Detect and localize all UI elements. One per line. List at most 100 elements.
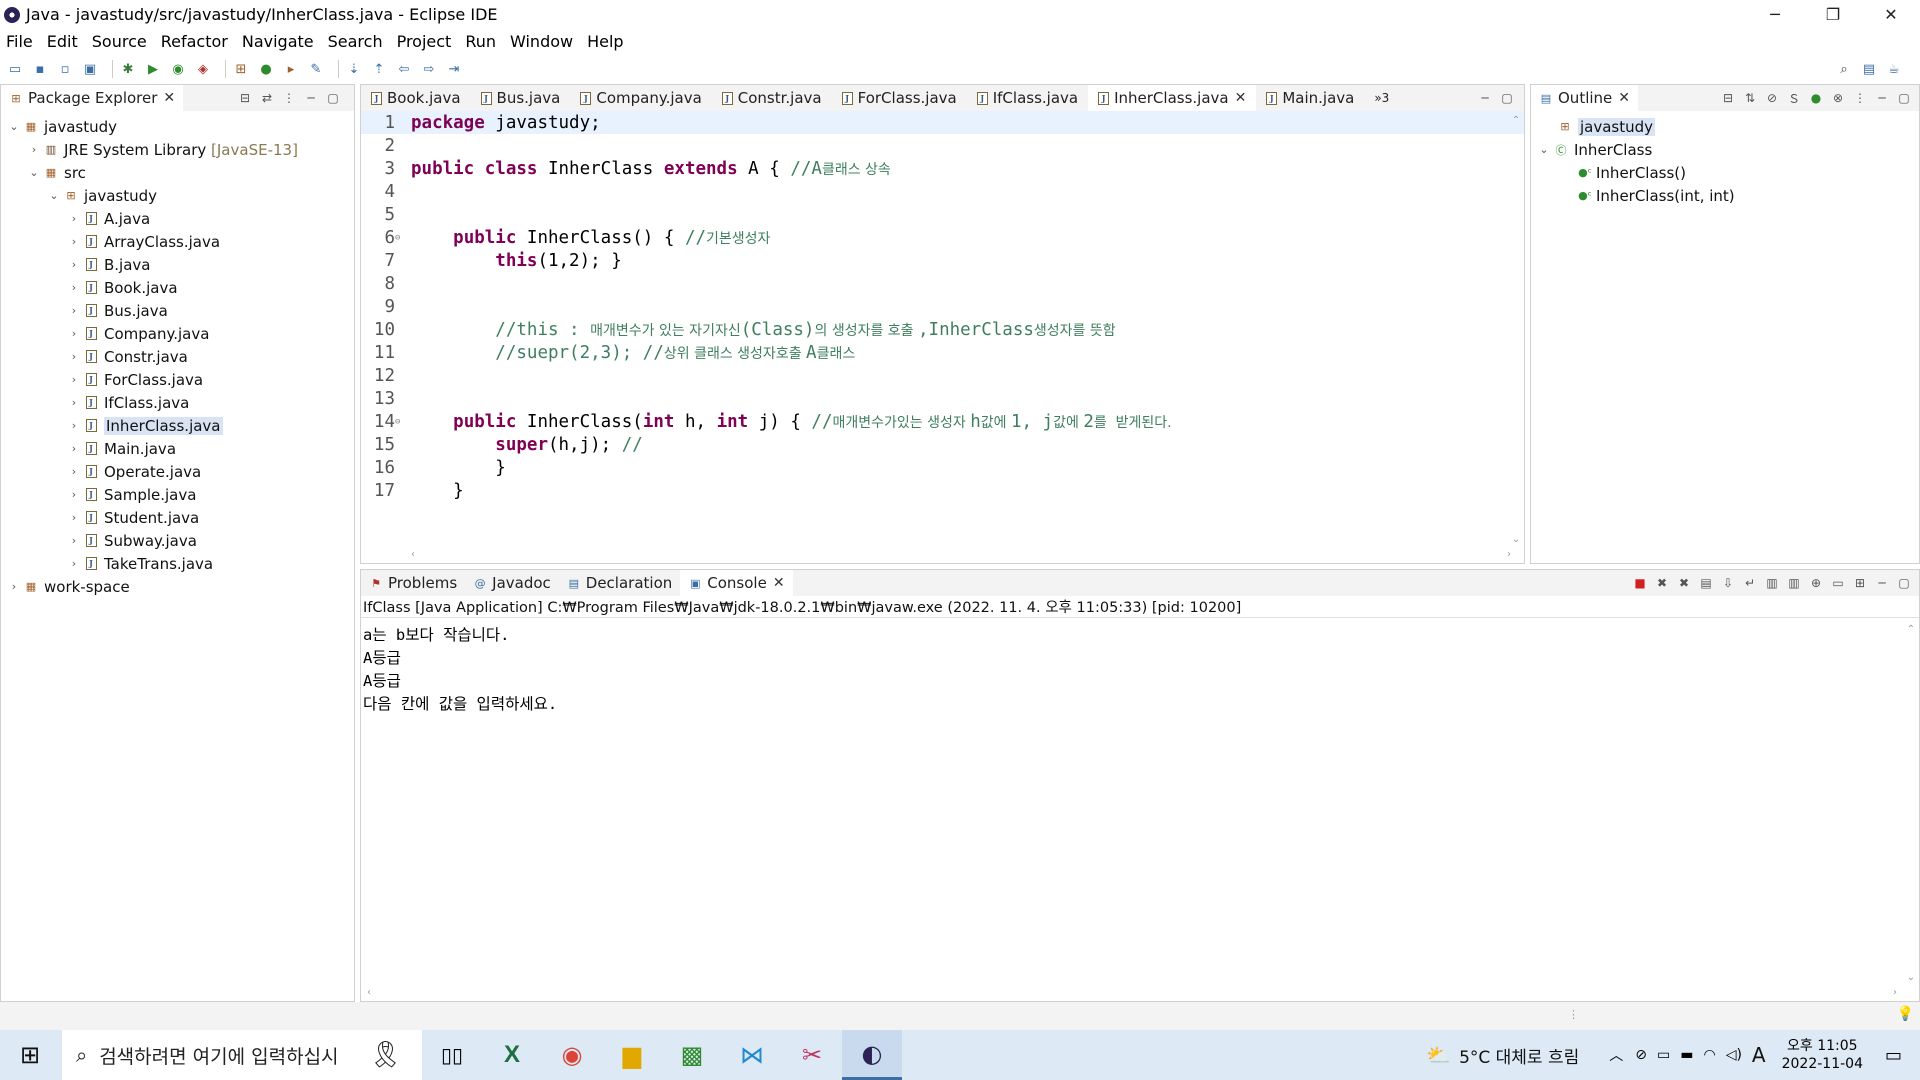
editor-vertical-scrollbar[interactable]: ⌃ [1508,115,1524,126]
editor-tab[interactable]: J Main.java [1256,85,1364,111]
eclipse-taskbar-icon[interactable]: ◐ [842,1030,902,1080]
chevron-right-icon[interactable]: › [67,419,81,432]
chevron-right-icon[interactable]: › [67,442,81,455]
tree-project-work-space[interactable]: › ▦ work-space [1,575,354,598]
remove-launch-icon[interactable]: ✖ [1651,576,1673,590]
chevron-down-icon[interactable]: ⌄ [27,166,41,179]
fold-icon[interactable]: ⊖ [395,417,405,427]
lightbulb-icon[interactable]: 💡 [1897,1006,1914,1022]
tray-wifi-icon[interactable]: ◠ [1703,1047,1715,1063]
editor-tab[interactable]: J IfClass.java [967,85,1088,111]
debug-icon[interactable]: ✱ [119,60,137,78]
open-perspective-icon[interactable]: ▤ [1860,60,1878,78]
fold-icon[interactable]: ⊖ [395,233,405,243]
tree-file[interactable]: › J Company.java [1,322,354,345]
collapse-all-icon[interactable]: ⊟ [1717,91,1739,105]
tree-file[interactable]: › J Constr.java [1,345,354,368]
excel-icon[interactable]: X [482,1030,542,1080]
scroll-lock-icon[interactable]: ⇩ [1717,576,1739,590]
console-horizontal-scrollbar[interactable]: ‹ › [367,987,1897,999]
tab-javadoc[interactable]: @ Javadoc [465,570,559,596]
file-explorer-icon[interactable]: ▆ [602,1030,662,1080]
menu-search[interactable]: Search [328,32,383,51]
minimize-button[interactable]: ─ [1746,0,1804,29]
save-all-icon[interactable]: ▫ [56,60,74,78]
new-icon[interactable]: ▭ [6,60,24,78]
chevron-right-icon[interactable]: › [7,580,21,593]
tree-file[interactable]: › J Sample.java [1,483,354,506]
close-icon[interactable]: ✕ [1618,90,1630,106]
menu-file[interactable]: File [6,32,33,51]
chevron-right-icon[interactable]: › [67,212,81,225]
maximize-view-icon[interactable]: ▢ [1893,576,1915,590]
external-tools-icon[interactable]: ◈ [194,60,212,78]
code-area[interactable]: 1 package javastudy; 2 3 public class Inhe… [361,111,1524,547]
ime-indicator[interactable]: A [1752,1043,1766,1067]
back-icon[interactable]: ⇦ [395,60,413,78]
editor-tab[interactable]: J Constr.java [712,85,832,111]
tray-network-off-icon[interactable]: ⊘ [1635,1047,1647,1063]
hide-local-types-icon[interactable]: ⊗ [1827,91,1849,105]
run-icon[interactable]: ▶ [144,60,162,78]
minimize-view-icon[interactable]: ─ [300,91,322,105]
tree-file[interactable]: › J ArrayClass.java [1,230,354,253]
tray-chevron-up-icon[interactable]: ︿ [1609,1045,1623,1065]
weather-text[interactable]: 5°C 대체로 흐림 [1459,1043,1579,1068]
chevron-right-icon[interactable]: › [67,350,81,363]
chevron-right-icon[interactable]: › [67,511,81,524]
tree-jre-library[interactable]: › ▥ JRE System Library [JavaSE-13] [1,138,354,161]
terminate-icon[interactable]: ■ [1629,576,1651,590]
console-scroll-up[interactable]: ⌃ [1903,624,1919,635]
tree-file[interactable]: › J TakeTrans.java [1,552,354,575]
taskbar-search-input[interactable]: ⌕ 검색하려면 여기에 입력하십시 🎗 [62,1030,422,1080]
task-view-icon[interactable]: ▯▯ [422,1030,482,1080]
new-package-icon[interactable]: ⊞ [232,60,250,78]
chevron-right-icon[interactable]: › [67,534,81,547]
menu-navigate[interactable]: Navigate [242,32,314,51]
clock[interactable]: 오후 11:05 2022-11-04 [1782,1037,1863,1073]
minimize-view-icon[interactable]: ─ [1474,91,1496,105]
link-with-editor-icon[interactable]: ⇄ [256,91,278,105]
menu-edit[interactable]: Edit [47,32,78,51]
menu-project[interactable]: Project [397,32,452,51]
tree-project-javastudy[interactable]: ⌄ ▦ javastudy [1,115,354,138]
next-annotation-icon[interactable]: ⇣ [345,60,363,78]
outline-class[interactable]: ⌄ Ⓒ InherClass [1531,138,1919,161]
tree-file[interactable]: › J A.java [1,207,354,230]
tree-file[interactable]: › J Subway.java [1,529,354,552]
search-icon[interactable]: ⌕ [1835,60,1853,78]
display-console-icon[interactable]: ▭ [1827,576,1849,590]
tab-outline[interactable]: ▤ Outline ✕ [1531,85,1638,111]
show-stdout-icon[interactable]: ▥ [1761,576,1783,590]
close-icon[interactable]: ✕ [1235,90,1247,106]
menu-refactor[interactable]: Refactor [161,32,228,51]
menu-window[interactable]: Window [510,32,573,51]
word-wrap-icon[interactable]: ↵ [1739,576,1761,590]
tab-package-explorer[interactable]: ⊞ Package Explorer ✕ [1,85,184,111]
editor-tab-active[interactable]: J InherClass.java ✕ [1088,85,1257,111]
editor-tab[interactable]: J ForClass.java [832,85,967,111]
tab-console[interactable]: ▣ Console ✕ [680,570,793,596]
outline-member[interactable]: ●ᶜ InherClass(int, int) [1531,184,1919,207]
open-type-icon[interactable]: ▸ [282,60,300,78]
chrome-icon[interactable]: ◉ [542,1030,602,1080]
editor-tab[interactable]: J Bus.java [471,85,571,111]
minimize-view-icon[interactable]: ─ [1871,576,1893,590]
tab-overflow-button[interactable]: »3 [1364,85,1399,111]
chevron-right-icon[interactable]: › [67,396,81,409]
close-icon[interactable]: ✕ [163,90,175,106]
maximize-view-icon[interactable]: ▢ [1496,91,1518,105]
chevron-right-icon[interactable]: › [67,373,81,386]
minimize-view-icon[interactable]: ─ [1871,91,1893,105]
notification-icon[interactable]: ▭ [1885,1045,1902,1066]
clear-console-icon[interactable]: ▤ [1695,576,1717,590]
tree-src-folder[interactable]: ⌄ ▦ src [1,161,354,184]
editor-horizontal-scrollbar[interactable]: ‹ › [411,549,1511,561]
save-icon[interactable]: ▪ [31,60,49,78]
vscode-icon[interactable]: ⋈ [722,1030,782,1080]
hide-non-public-icon[interactable]: ● [1805,91,1827,105]
close-button[interactable]: ✕ [1862,0,1920,29]
tree-file[interactable]: › J Student.java [1,506,354,529]
snipping-tool-icon[interactable]: ✂ [782,1030,842,1080]
chevron-right-icon[interactable]: › [67,465,81,478]
